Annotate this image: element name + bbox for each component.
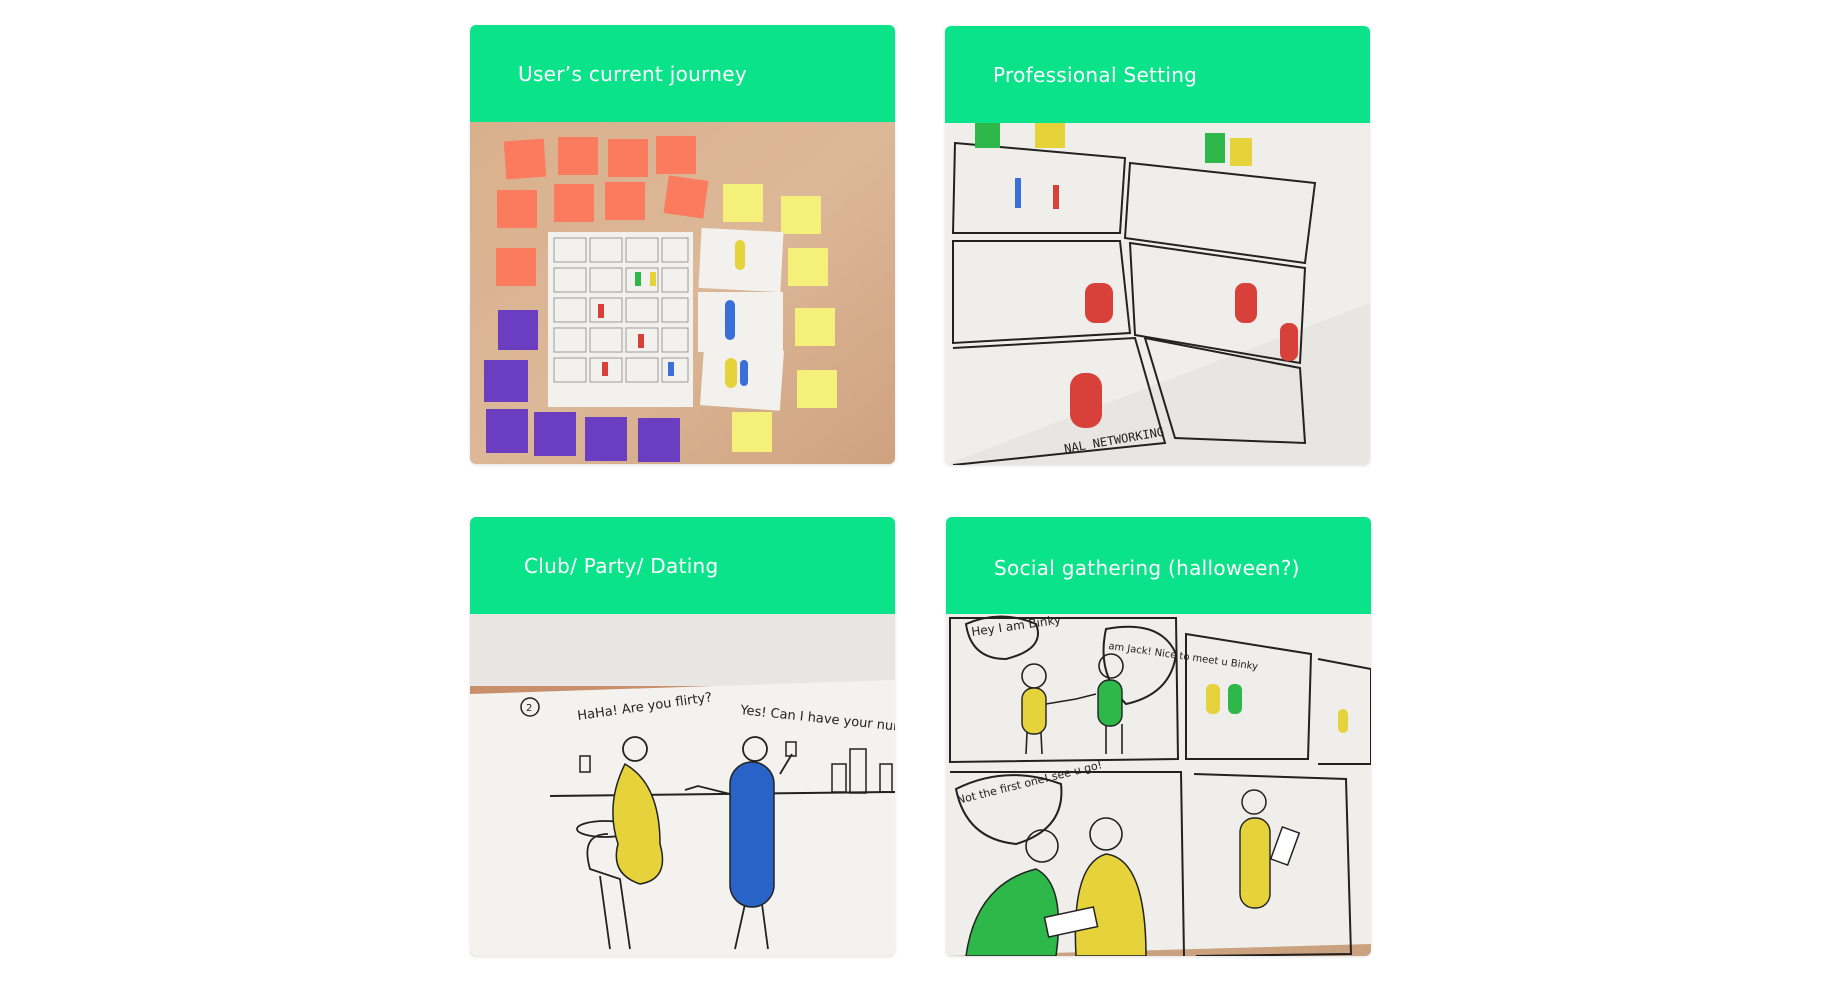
svg-text:2: 2 [526,703,532,714]
card-title: Social gathering (halloween?) [994,555,1300,580]
professional-storyboard-photo[interactable]: NAL NETWORKING [945,123,1370,465]
sticky-notes-photo[interactable] [470,122,895,464]
card-professional-setting[interactable]: Professional Setting NAL NETWORKING [945,26,1370,465]
card-club-party-dating[interactable]: Club/ Party/ Dating 2 HaHa! Are you flir… [470,517,895,956]
card-title: Professional Setting [993,62,1198,87]
page: User’s current journey Professional Sett… [0,0,1821,998]
sticky-notes-illustration [470,122,895,464]
social-gathering-photo[interactable]: Hey I am Binky I am Jack! Nice to meet u… [946,614,1371,956]
card-header: User’s current journey [470,25,895,122]
card-header: Professional Setting [945,26,1370,123]
card-social-gathering[interactable]: Social gathering (halloween?) Hey I am B… [946,517,1371,956]
card-header: Club/ Party/ Dating [470,517,895,614]
professional-storyboard-illustration: NAL NETWORKING [945,123,1370,465]
card-title: User’s current journey [518,61,747,86]
card-header: Social gathering (halloween?) [946,517,1371,614]
bar-scene-photo[interactable]: 2 HaHa! Are you flirty? Yes! Can I have … [470,614,895,956]
social-gathering-illustration: Hey I am Binky I am Jack! Nice to meet u… [946,614,1371,956]
card-title: Club/ Party/ Dating [524,553,719,578]
bar-scene-illustration: 2 HaHa! Are you flirty? Yes! Can I have … [470,614,895,956]
card-users-current-journey[interactable]: User’s current journey [470,25,895,464]
